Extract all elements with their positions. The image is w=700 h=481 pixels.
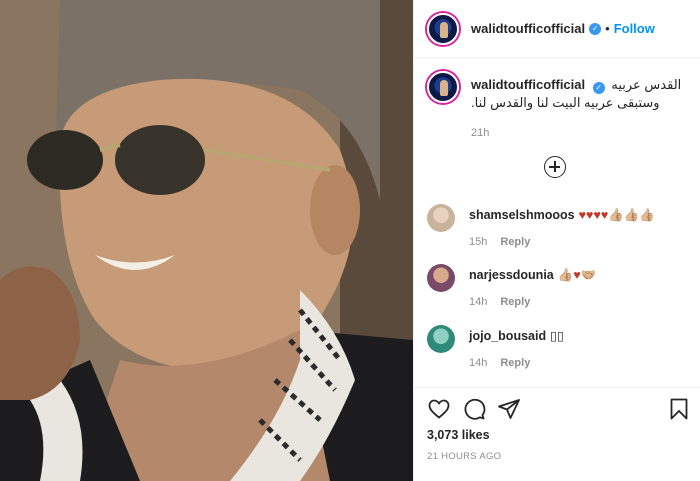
caption-avatar[interactable] [427, 71, 459, 103]
comment-time: 14h [469, 357, 488, 369]
portrait-image [0, 0, 413, 481]
comment-item: jojo_bousaid ▯▯ 14h Reply [427, 325, 689, 369]
post-sidebar: walidtoufficofficial ✓ • Follow walidtou… [413, 0, 700, 481]
verified-badge-icon: ✓ [589, 22, 602, 35]
commenter-username[interactable]: narjessdounia [469, 268, 554, 282]
commenter-username[interactable]: jojo_bousaid [469, 329, 546, 343]
caption-username[interactable]: walidtoufficofficial [471, 77, 585, 92]
separator-dot: • [605, 21, 610, 36]
author-avatar[interactable] [427, 12, 459, 45]
share-icon[interactable] [497, 397, 521, 421]
commenter-avatar[interactable] [427, 204, 455, 232]
comment-item: narjessdounia 👍🏼♥🤝🏼 14h Reply [427, 264, 689, 308]
author-username[interactable]: walidtoufficofficial [471, 21, 585, 36]
caption: walidtoufficofficial ✓ القدس عربيه وستبق… [427, 71, 688, 142]
comment-time: 15h [469, 236, 488, 248]
bookmark-icon[interactable] [667, 397, 691, 421]
comment-text: ♥♥♥♥👍🏼👍🏼👍🏼 [578, 208, 655, 222]
comment-text: ▯▯ [550, 329, 564, 343]
reply-button[interactable]: Reply [500, 357, 530, 369]
comment-icon[interactable] [462, 397, 486, 421]
caption-timestamp[interactable]: 21h [471, 125, 681, 142]
commenter-avatar[interactable] [427, 264, 455, 292]
add-circle-icon[interactable] [544, 156, 566, 178]
post-header: walidtoufficofficial ✓ • Follow [414, 0, 700, 58]
caption-line-1: القدس عربيه [611, 77, 682, 92]
likes-count[interactable]: 3,073 likes [427, 428, 490, 442]
reply-button[interactable]: Reply [500, 236, 530, 248]
post-timestamp[interactable]: 21 HOURS AGO [427, 451, 501, 462]
post-actions: 3,073 likes 21 HOURS AGO [414, 387, 700, 481]
caption-text: walidtoufficofficial ✓ القدس عربيه وستبق… [471, 71, 681, 142]
heart-icon[interactable] [427, 397, 451, 421]
follow-button[interactable]: Follow [614, 21, 655, 36]
verified-badge-icon: ✓ [592, 82, 605, 94]
comment-text: 👍🏼♥🤝🏼 [557, 268, 597, 282]
comment-time: 14h [469, 296, 488, 308]
comments-section: walidtoufficofficial ✓ القدس عربيه وستبق… [414, 58, 700, 388]
post-photo[interactable] [0, 0, 413, 481]
comment-item: shamselshmooos ♥♥♥♥👍🏼👍🏼👍🏼 15h Reply [427, 204, 689, 248]
caption-line-2: وستبقى عربيه البيت لنا والقدس لنا. [471, 95, 660, 110]
commenter-username[interactable]: shamselshmooos [469, 208, 575, 222]
instagram-post: walidtoufficofficial ✓ • Follow walidtou… [0, 0, 700, 481]
reply-button[interactable]: Reply [500, 296, 530, 308]
commenter-avatar[interactable] [427, 325, 455, 353]
